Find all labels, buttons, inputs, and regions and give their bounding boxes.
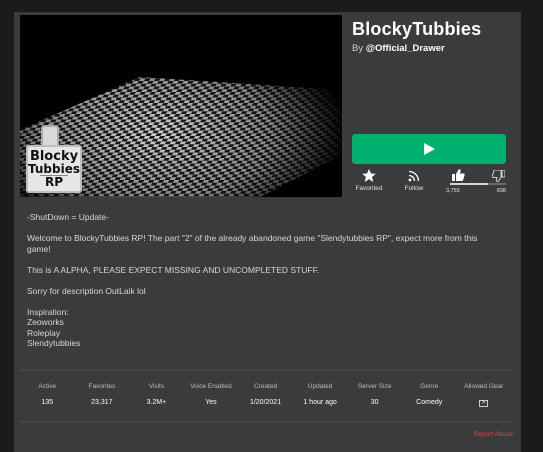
stat-label: Favorites <box>88 383 116 390</box>
report-abuse-link[interactable]: Report Abuse <box>474 431 513 438</box>
vote-bar-up <box>450 183 488 185</box>
stat-label: Visits <box>148 383 165 390</box>
logo-box: Blocky Tubbies RP <box>26 145 82 193</box>
description-line: Sorry for description OutLaik lol <box>27 285 146 296</box>
description-line: Roleplay <box>27 327 61 338</box>
upvote-count: 3,755 <box>446 188 460 194</box>
game-stats: Active 135 Favorites 23,317 Visits 3.2M+… <box>20 383 511 407</box>
stat-value: Yes <box>205 399 217 406</box>
logo-line-2: Tubbies <box>28 162 80 176</box>
description-line: This is A ALPHA, PLEASE EXPECT MISSING A… <box>27 264 320 275</box>
stat-value: ✕ <box>457 399 512 407</box>
game-title: BlockyTubbies <box>352 19 482 39</box>
favorited-label: Favorited <box>355 185 383 192</box>
stat-genre: Genre Comedy <box>402 383 457 407</box>
description-line: Inspiration: <box>27 306 69 317</box>
stat-visits: Visits 3.2M+ <box>129 383 184 407</box>
stat-value: 3.2M+ <box>146 399 167 406</box>
game-description: -ShutDown = Update- Welcome to BlockyTub… <box>27 212 497 349</box>
description-line: -ShutDown = Update- <box>27 212 109 222</box>
logo-line-3: RP <box>40 175 68 188</box>
by-prefix: By <box>352 43 366 54</box>
follow-label: Follow <box>404 185 424 192</box>
stat-created: Created 1/20/2021 <box>238 383 293 407</box>
stat-server-size: Server Size 30 <box>347 383 402 407</box>
stat-value: 1 hour ago <box>303 399 337 406</box>
no-gear-icon: ✕ <box>479 400 489 407</box>
stat-label: Allowed Gear <box>464 383 504 390</box>
stat-label: Active <box>38 383 57 390</box>
game-logo: Blocky Tubbies RP <box>24 125 84 197</box>
stat-voice-enabled: Voice Enabled Yes <box>184 383 239 407</box>
description-line: Zeoworks <box>27 317 64 327</box>
stats-divider-bottom <box>20 421 511 422</box>
stat-active: Active 135 <box>20 383 75 407</box>
play-icon <box>424 143 435 155</box>
creator-line: By @Official_Drawer <box>352 43 445 54</box>
play-button[interactable] <box>352 134 506 164</box>
downvote-count: 838 <box>496 188 506 194</box>
creator-link[interactable]: @Official_Drawer <box>366 43 445 54</box>
stat-value: 23,317 <box>91 399 113 406</box>
stat-label: Updated <box>307 383 333 390</box>
stat-label: Server Size <box>357 383 392 390</box>
stat-label: Created <box>253 383 278 390</box>
stat-updated: Updated 1 hour ago <box>293 383 348 407</box>
stat-value: 135 <box>41 399 54 406</box>
stat-allowed-gear: Allowed Gear ✕ <box>457 383 512 407</box>
vote-bar-down <box>488 183 506 185</box>
stat-label: Genre <box>420 383 439 390</box>
description-line: Welcome to BlockyTubbies RP! The part "2… <box>27 233 478 254</box>
stat-value: 1/20/2021 <box>249 399 282 406</box>
stat-value: 30 <box>370 399 379 406</box>
stat-value: Comedy <box>416 399 443 406</box>
stat-label: Voice Enabled <box>190 383 232 390</box>
description-line: Slendytubbies <box>27 338 81 348</box>
stat-favorites: Favorites 23,317 <box>75 383 130 407</box>
stats-divider-top <box>20 370 511 371</box>
game-thumbnail[interactable]: Blocky Tubbies RP <box>20 15 342 197</box>
logo-line-1: Blocky <box>29 149 79 164</box>
